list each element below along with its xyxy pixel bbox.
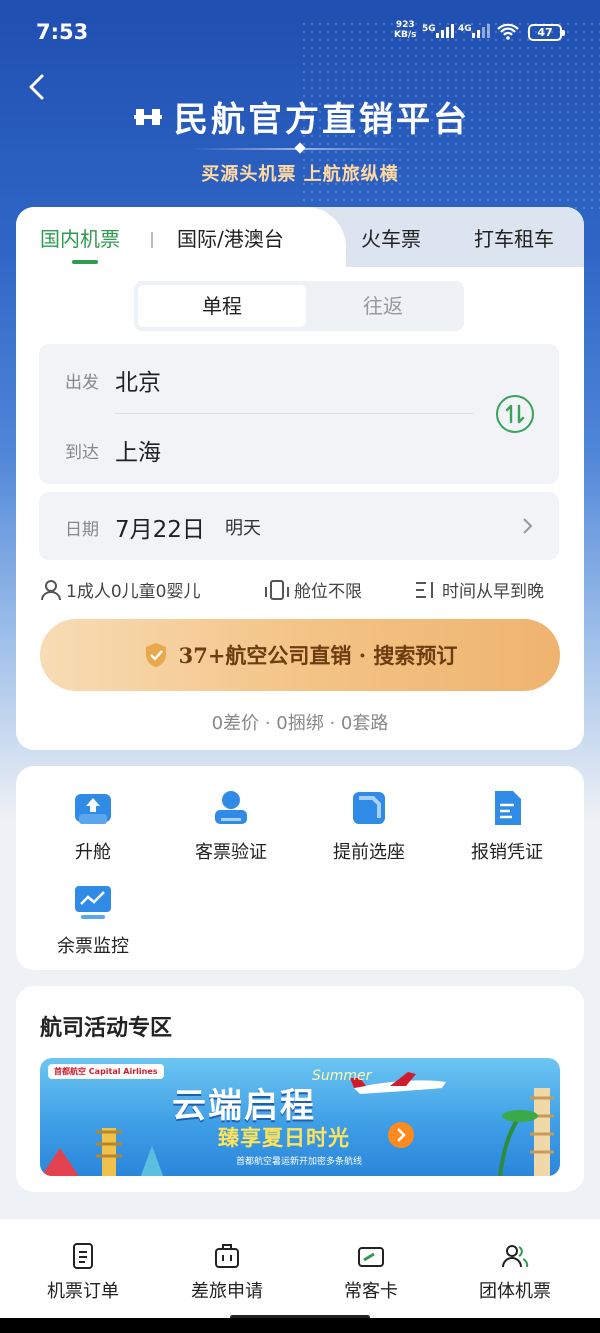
banner-script: Summer [312,1068,372,1084]
signal-icon-2 [472,24,490,38]
seat-icon [265,579,289,600]
person-icon [41,579,61,600]
to-city[interactable]: 上海 [115,433,161,467]
from-city[interactable]: 北京 [115,363,161,397]
bottom-navigation: 机票订单 差旅申请 常客卡 团体机票 [0,1218,600,1333]
date-selector[interactable]: 日期 7月22日 明天 [39,492,559,560]
briefcase-icon [215,1244,239,1268]
tab-divider [151,232,153,248]
banner-note: 首都航空暑运新开加密多条航线 [236,1157,363,1167]
chevron-right-icon [523,518,533,534]
battery-icon: 47 [528,24,565,41]
member-card-icon [358,1247,384,1267]
monitor-icon [75,886,111,919]
service-ticket-verify[interactable]: 客票验证 [162,788,300,864]
pagoda-illustration [41,1128,164,1176]
system-nav-bar [0,1318,600,1333]
service-receipt[interactable]: 报销凭证 [438,788,576,864]
status-bar: 7:53 923 KB/s 5G 4G 47 [0,0,600,60]
net-type-1: 5G [422,24,436,34]
order-list-icon [73,1243,93,1269]
tab-bar: 国内机票 国际/港澳台 火车票 打车租车 [16,207,584,277]
search-button-label: 37+航空公司直销 · 搜索预订 [178,643,458,668]
slogan: 买源头机票 上航旅纵横 [201,164,399,185]
route-divider [115,413,473,414]
passenger-selector[interactable]: 1成人0儿童0婴儿 [40,577,200,602]
page-title: 民航官方直销平台 [174,100,470,140]
sort-selector[interactable]: 时间从早到晚 [414,577,544,602]
banner-arrow-icon [388,1122,414,1148]
nav-travel-request[interactable]: 差旅申请 [152,1241,302,1303]
swap-cities-button[interactable] [496,395,534,433]
wifi-icon [497,23,519,40]
cabin-selector[interactable]: 舱位不限 [264,577,362,602]
sort-icon [416,581,433,598]
nav-group-ticket[interactable]: 团体机票 [440,1241,590,1303]
from-label: 出发 [65,373,99,393]
service-grid: 升舱 客票验证 提前选座 报销凭证 余票监控 [16,766,584,970]
route-selector: 出发 北京 到达 上海 [39,344,559,484]
to-label: 到达 [65,443,99,463]
net-type-2: 4G [458,24,472,34]
tab-taxi[interactable]: 打车租车 [474,223,554,252]
tab-indicator [72,260,98,264]
service-seat-select[interactable]: 提前选座 [300,788,438,864]
group-icon [502,1245,529,1268]
banner-headline: 云端启程 [172,1086,316,1126]
nav-member-card[interactable]: 常客卡 [296,1241,446,1303]
trip-type-toggle: 单程 往返 [134,281,464,331]
date-value: 7月22日 [115,517,205,543]
round-trip-button[interactable]: 往返 [306,285,460,327]
service-monitor[interactable]: 余票监控 [24,882,162,958]
search-button[interactable]: 37+航空公司直销 · 搜索预订 [40,619,560,691]
swap-icon [505,404,525,424]
seat-select-icon [353,792,385,824]
capital-airlines-logo: 首都航空 Capital Airlines [48,1064,164,1079]
shield-check-icon [145,643,166,667]
airline-activity-section: 航司活动专区 首都航空 Capital Airlines Summer 云端启程… [16,986,584,1192]
date-hint: 明天 [225,518,261,539]
tab-international[interactable]: 国际/港澳台 [177,223,284,252]
tab-domestic-flight[interactable]: 国内机票 [40,223,120,252]
upgrade-seat-icon [75,794,111,824]
one-way-button[interactable]: 单程 [138,285,306,327]
banner-subline: 臻享夏日时光 [218,1126,350,1150]
date-label: 日期 [65,520,99,540]
brand-header: 民航官方直销平台 [0,92,600,141]
signal-icon [436,24,454,38]
network-speed: 923 KB/s [394,20,417,40]
status-time: 7:53 [36,20,89,44]
guarantee-text: 0差价 · 0捆绑 · 0套路 [211,713,389,734]
brand-logo-icon [134,108,162,125]
tab-train[interactable]: 火车票 [361,223,421,252]
booking-card: 国内机票 国际/港澳台 火车票 打车租车 单程 往返 出发 北京 到达 上海 日… [16,207,584,750]
service-upgrade[interactable]: 升舱 [24,788,162,864]
activity-title: 航司活动专区 [40,1016,173,1041]
nav-flight-orders[interactable]: 机票订单 [8,1241,158,1303]
search-options: 1成人0儿童0婴儿 舱位不限 时间从早到晚 [16,577,584,603]
ticket-verify-icon [215,791,247,824]
activity-banner[interactable]: 首都航空 Capital Airlines Summer 云端启程 臻享夏日时光… [40,1058,560,1176]
tower-illustration [498,1088,554,1176]
receipt-icon [495,791,521,825]
